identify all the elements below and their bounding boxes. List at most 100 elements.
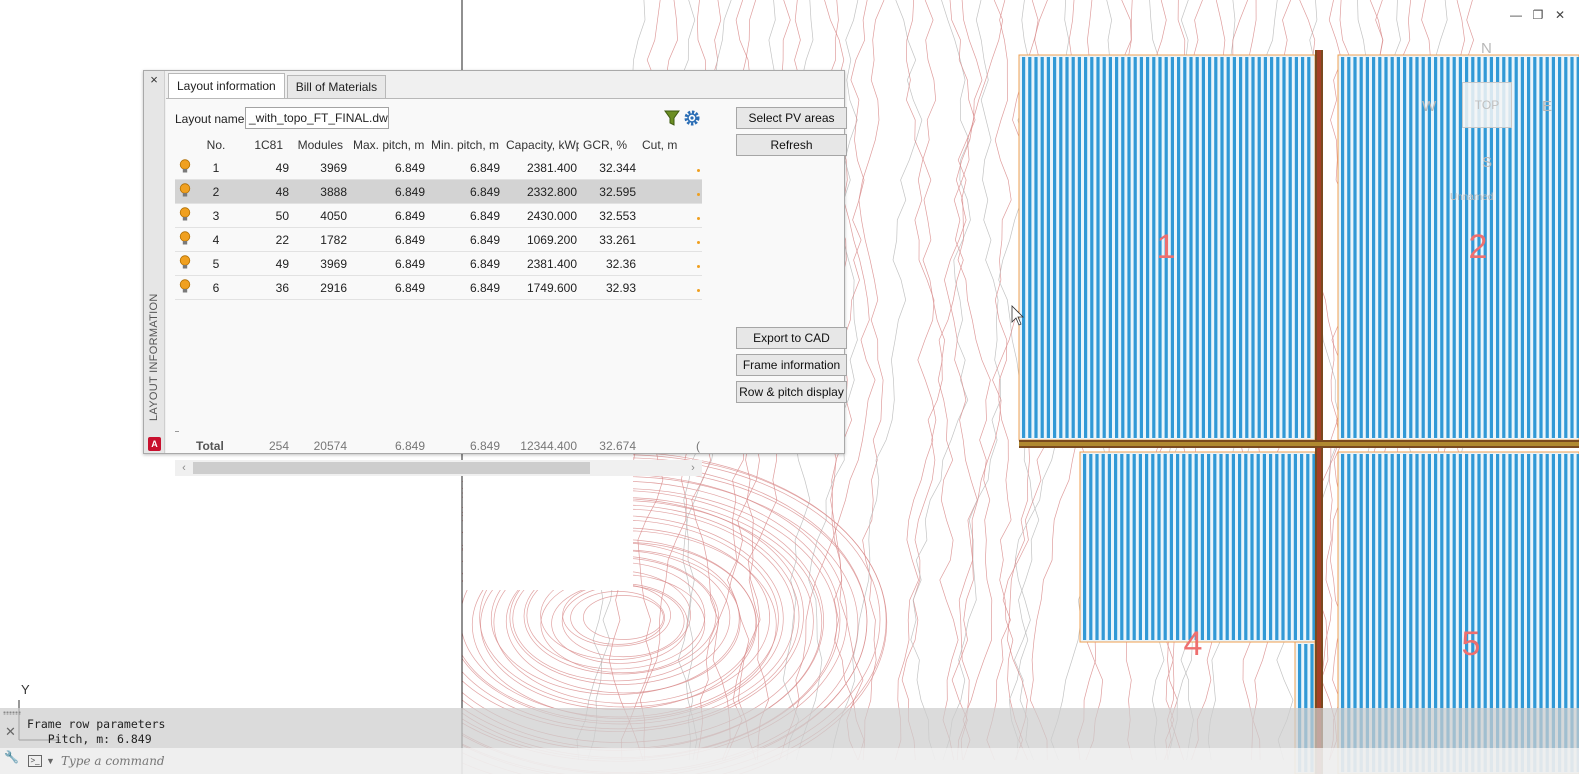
refresh-button[interactable]: Refresh [736,134,847,156]
cell-gcr: 33.261 [599,232,636,247]
cell-max-pitch: 6.849 [394,184,425,199]
cell-min-pitch: 6.849 [469,208,500,223]
table-row[interactable]: 6 36 2916 6.849 6.849 1749.600 32.93 [175,276,702,300]
command-prompt-icon[interactable]: >_ [28,755,42,767]
palette-close-icon[interactable]: × [147,73,161,87]
gear-icon[interactable] [683,109,701,127]
bulb-icon[interactable] [175,230,197,249]
tab-bill-of-materials[interactable]: Bill of Materials [286,75,387,98]
cell-1c81: 22 [275,232,289,247]
ucs-menu-label[interactable]: Unnamed [1450,192,1493,203]
layout-name-label: Layout name [175,112,245,126]
restore-icon[interactable]: ❐ [1531,8,1545,22]
cell-capacity: 2430.000 [526,208,577,223]
command-input-bar[interactable]: 🔧 >_ ▼ Type a command [0,748,1579,774]
export-to-cad-button[interactable]: Export to CAD [736,327,847,349]
cell-capacity: 2332.800 [526,184,577,199]
cell-max-pitch: 6.849 [394,256,425,271]
col-header-cut[interactable]: Cut, m [638,138,702,152]
col-header-min-pitch[interactable]: Min. pitch, m [427,138,502,152]
scroll-left-icon[interactable]: ‹ [177,460,191,476]
table-horizontal-scrollbar[interactable]: ‹ › [175,460,702,476]
area-label: 4 [1184,625,1203,663]
total-max-pitch: 6.849 [394,439,425,453]
cell-gcr: 32.93 [605,280,636,295]
viewcube-east[interactable]: E [1542,98,1552,115]
bulb-icon[interactable] [175,206,197,225]
command-input-placeholder[interactable]: Type a command [61,754,165,768]
bulb-icon[interactable] [175,182,197,201]
col-header-no[interactable]: No. [197,138,235,152]
layout-name-field[interactable]: _with_topo_FT_FINAL.dwg [245,107,389,129]
cell-no: 1 [212,160,220,175]
cell-modules: 3969 [320,160,347,175]
table-total-row: Total 254 20574 6.849 6.849 12344.400 32… [175,436,702,456]
cell-cut [638,209,702,223]
palette-title-strip[interactable]: × LAYOUT INFORMATION A [144,71,165,453]
col-header-capacity[interactable]: Capacity, kWp [502,138,579,152]
cell-1c81: 49 [275,256,289,271]
wrench-icon[interactable]: 🔧 [4,750,19,764]
cell-cut [638,281,702,295]
cell-modules: 3969 [320,256,347,271]
col-header-max-pitch[interactable]: Max. pitch, m [349,138,427,152]
tab-layout-information[interactable]: Layout information [168,73,285,98]
cell-no: 2 [212,184,220,199]
layout-table: No. 1C81 Modules Max. pitch, m Min. pitc… [175,134,702,446]
viewcube-west[interactable]: W [1422,98,1436,115]
app-logo-icon[interactable]: A [148,437,161,451]
viewcube-top-face[interactable]: TOP [1462,82,1512,128]
cell-gcr: 32.36 [605,256,636,271]
table-row[interactable]: 1 49 3969 6.849 6.849 2381.400 32.344 [175,156,702,180]
cell-max-pitch: 6.849 [394,208,425,223]
table-row[interactable]: 2 48 3888 6.849 6.849 2332.800 32.595 [175,180,702,204]
cell-modules: 4050 [320,208,347,223]
cell-1c81: 49 [275,160,289,175]
palette-vertical-title: LAYOUT INFORMATION [148,293,160,421]
cell-modules: 2916 [320,280,347,295]
cell-max-pitch: 6.849 [394,160,425,175]
cell-modules: 1782 [320,232,347,247]
palette-tabs: Layout information Bill of Materials [168,73,388,98]
command-history-line: Pitch, m: 6.849 [27,732,152,746]
grip-handle-icon[interactable] [3,711,21,715]
layout-information-palette: × LAYOUT INFORMATION A Layout informatio… [143,70,847,476]
close-icon[interactable]: ✕ [1553,8,1567,22]
cell-no: 4 [212,232,220,247]
table-row[interactable]: 3 50 4050 6.849 6.849 2430.000 32.553 [175,204,702,228]
chevron-down-icon[interactable]: ▼ [46,756,55,766]
ucs-y-label: Y [21,682,30,697]
row-pitch-display-button[interactable]: Row & pitch display [736,381,847,403]
total-modules: 20574 [313,439,347,453]
cell-capacity: 2381.400 [526,160,577,175]
table-row[interactable]: 4 22 1782 6.849 6.849 1069.200 33.261 [175,228,702,252]
viewcube-north[interactable]: N [1481,40,1492,57]
command-history-line: Frame row parameters [27,717,166,731]
total-gcr: 32.674 [599,439,636,453]
area-label: 1 [1157,228,1176,266]
col-header-gcr[interactable]: GCR, % [579,138,638,152]
bulb-icon[interactable] [175,158,197,177]
cell-capacity: 1069.200 [526,232,577,247]
table-row[interactable]: 5 49 3969 6.849 6.849 2381.400 32.36 [175,252,702,276]
bulb-icon[interactable] [175,254,197,273]
scrollbar-thumb[interactable] [193,462,590,474]
cell-max-pitch: 6.849 [394,280,425,295]
area-label: 2 [1469,228,1488,266]
close-icon[interactable]: ✕ [5,724,16,740]
minimize-icon[interactable]: — [1509,8,1523,22]
tab-content: Layout name _with_topo_FT_FINAL.dwg No. … [166,98,847,476]
area-label: 5 [1462,625,1481,663]
scroll-right-icon[interactable]: › [686,460,700,476]
viewcube-south[interactable]: S [1482,154,1492,171]
select-pv-areas-button[interactable]: Select PV areas [736,107,847,129]
cell-no: 3 [212,208,220,223]
viewcube[interactable]: N W E S TOP Unnamed [1418,40,1558,210]
col-header-1c81[interactable]: 1C81 [235,138,291,152]
total-capacity: 12344.400 [520,439,577,453]
col-header-modules[interactable]: Modules [291,138,349,152]
cell-modules: 3888 [320,184,347,199]
filter-icon[interactable] [664,109,680,127]
bulb-icon[interactable] [175,278,197,297]
frame-information-button[interactable]: Frame information [736,354,847,376]
